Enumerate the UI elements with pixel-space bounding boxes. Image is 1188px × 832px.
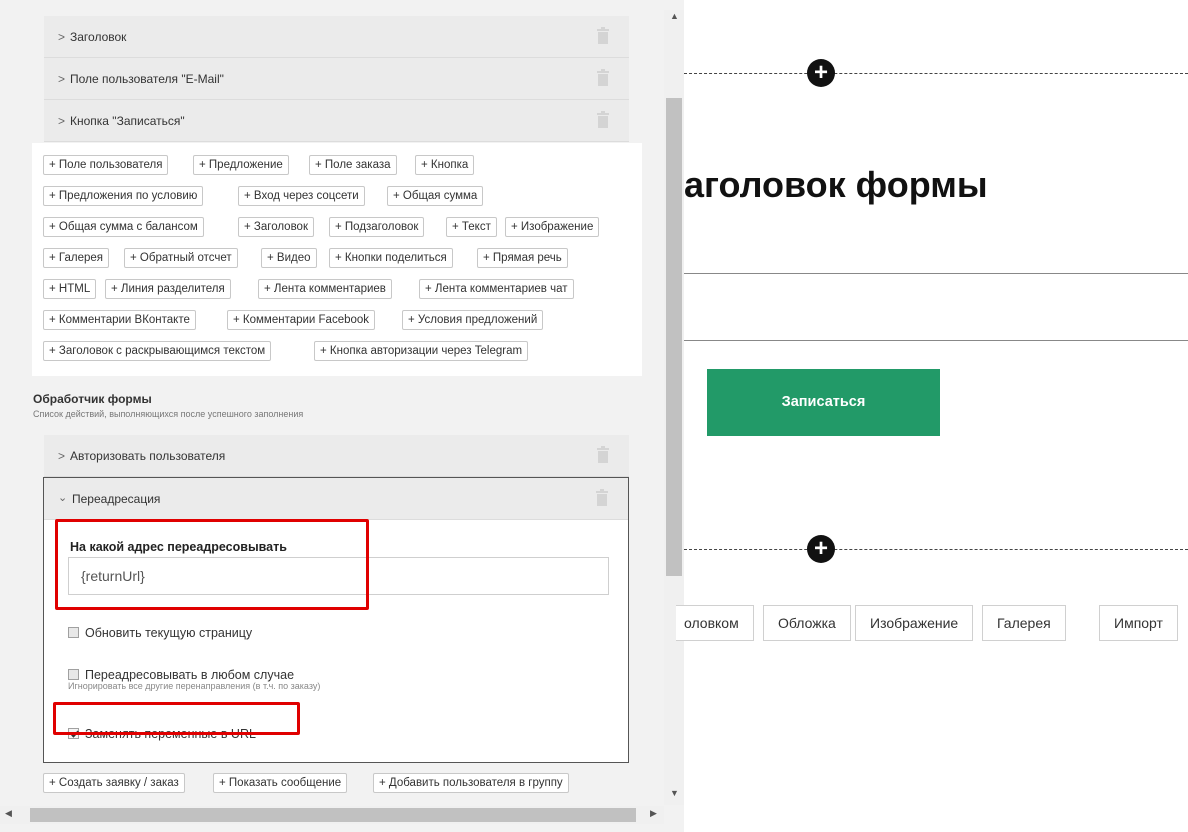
add-social-login-button[interactable]: + Вход через соцсети (238, 186, 365, 206)
add-subheading-button[interactable]: + Подзаголовок (329, 217, 425, 237)
trash-icon[interactable] (596, 489, 608, 506)
add-conditional-offers-button[interactable]: + Предложения по условию (43, 186, 204, 206)
add-text-button[interactable]: + Текст (446, 217, 497, 237)
chevron-right-icon: > (58, 72, 66, 86)
vertical-scrollbar[interactable]: ▲ ▼ (664, 10, 684, 805)
field-item-label: Заголовок (70, 30, 127, 44)
add-order-field-button[interactable]: + Поле заказа (309, 155, 397, 175)
highlight-box (53, 702, 300, 735)
add-telegram-auth-button[interactable]: + Кнопка авторизации через Telegram (314, 341, 529, 361)
form-handler-title: Обработчик формы (33, 392, 152, 406)
add-button-button[interactable]: + Кнопка (415, 155, 475, 175)
chevron-right-icon: > (58, 30, 66, 44)
block-divider (684, 549, 1188, 550)
trash-icon[interactable] (597, 446, 609, 463)
trash-icon[interactable] (597, 27, 609, 44)
horizontal-scrollbar[interactable]: ◀ ▶ (0, 806, 664, 824)
toolbar-cover-heading-button[interactable]: оловком (676, 605, 754, 641)
vertical-scroll-thumb[interactable] (666, 98, 682, 576)
chevron-down-icon: ⌄ (58, 492, 68, 504)
settings-panel-content: > Заголовок > Поле пользователя "E-Mail"… (32, 16, 642, 806)
form-field-line (684, 273, 1188, 274)
chevron-right-icon: > (58, 114, 66, 128)
add-comments-feed-button[interactable]: + Лента комментариев (258, 279, 392, 299)
always-redirect-checkbox[interactable] (68, 669, 79, 680)
form-title[interactable]: аголовок формы (684, 164, 988, 206)
toolbar-cover-button[interactable]: Обложка (763, 605, 851, 641)
add-video-button[interactable]: + Видео (261, 248, 317, 268)
add-gallery-button[interactable]: + Галерея (43, 248, 110, 268)
toolbar-image-button[interactable]: Изображение (855, 605, 974, 641)
always-redirect-option[interactable]: Переадресовывать в любом случае (68, 668, 294, 682)
field-item-heading[interactable]: > Заголовок (44, 16, 629, 58)
add-expandable-heading-button[interactable]: + Заголовок с раскрывающимся текстом (43, 341, 272, 361)
scroll-right-icon[interactable]: ▶ (650, 808, 657, 819)
action-item-label: Авторизовать пользователя (70, 449, 226, 463)
refresh-page-checkbox[interactable] (68, 627, 79, 638)
chevron-right-icon: > (58, 449, 66, 463)
plus-icon[interactable]: + (807, 59, 835, 87)
add-block-area: + Поле пользователя + Предложение + Поле… (32, 143, 642, 376)
add-offer-terms-button[interactable]: + Условия предложений (402, 310, 544, 330)
toolbar-gallery-button[interactable]: Галерея (982, 605, 1066, 641)
block-divider (684, 73, 1188, 74)
add-offer-button[interactable]: + Предложение (193, 155, 289, 175)
trash-icon[interactable] (597, 111, 609, 128)
add-divider-button[interactable]: + Линия разделителя (105, 279, 231, 299)
field-item-email[interactable]: > Поле пользователя "E-Mail" (44, 58, 629, 100)
add-comments-chat-button[interactable]: + Лента комментариев чат (419, 279, 574, 299)
plus-icon[interactable]: + (807, 535, 835, 563)
add-vk-comments-button[interactable]: + Комментарии ВКонтакте (43, 310, 196, 330)
scroll-down-icon[interactable]: ▼ (670, 788, 679, 798)
scroll-up-icon[interactable]: ▲ (670, 11, 679, 21)
settings-panel: > Заголовок > Поле пользователя "E-Mail"… (0, 0, 684, 832)
add-heading-button[interactable]: + Заголовок (238, 217, 314, 237)
ignore-redirects-note: Игнорировать все другие перенаправления … (68, 681, 321, 691)
add-total-button[interactable]: + Общая сумма (387, 186, 484, 206)
add-total-balance-button[interactable]: + Общая сумма с балансом (43, 217, 204, 237)
redirect-action-label: Переадресация (72, 492, 161, 506)
refresh-page-option[interactable]: Обновить текущую страницу (68, 626, 252, 640)
field-item-label: Кнопка "Записаться" (70, 114, 185, 128)
subscribe-button[interactable]: Записаться (707, 369, 940, 436)
add-share-buttons-button[interactable]: + Кнопки поделиться (329, 248, 453, 268)
add-facebook-comments-button[interactable]: + Комментарии Facebook (227, 310, 376, 330)
add-image-button[interactable]: + Изображение (505, 217, 600, 237)
form-handler-subtitle: Список действий, выполняющихся после усп… (33, 409, 304, 419)
add-user-field-button[interactable]: + Поле пользователя (43, 155, 169, 175)
scroll-left-icon[interactable]: ◀ (5, 808, 12, 819)
form-field-line (684, 340, 1188, 341)
add-html-button[interactable]: + HTML (43, 279, 97, 299)
toolbar-import-button[interactable]: Импорт (1099, 605, 1178, 641)
horizontal-scroll-thumb[interactable] (30, 808, 636, 822)
redirect-action-header[interactable]: ⌄ Переадресация (44, 478, 628, 520)
refresh-page-label: Обновить текущую страницу (85, 626, 253, 640)
add-create-order-button[interactable]: + Создать заявку / заказ (43, 773, 185, 793)
field-item-label: Поле пользователя "E-Mail" (70, 72, 224, 86)
add-show-message-button[interactable]: + Показать сообщение (213, 773, 348, 793)
add-countdown-button[interactable]: + Обратный отсчет (124, 248, 238, 268)
trash-icon[interactable] (597, 69, 609, 86)
action-item-authorize[interactable]: > Авторизовать пользователя (44, 435, 629, 477)
highlight-box (55, 519, 369, 610)
field-item-button[interactable]: > Кнопка "Записаться" (44, 100, 629, 142)
add-quote-button[interactable]: + Прямая речь (477, 248, 568, 268)
always-redirect-label: Переадресовывать в любом случае (85, 668, 295, 682)
add-user-to-group-button[interactable]: + Добавить пользователя в группу (373, 773, 569, 793)
